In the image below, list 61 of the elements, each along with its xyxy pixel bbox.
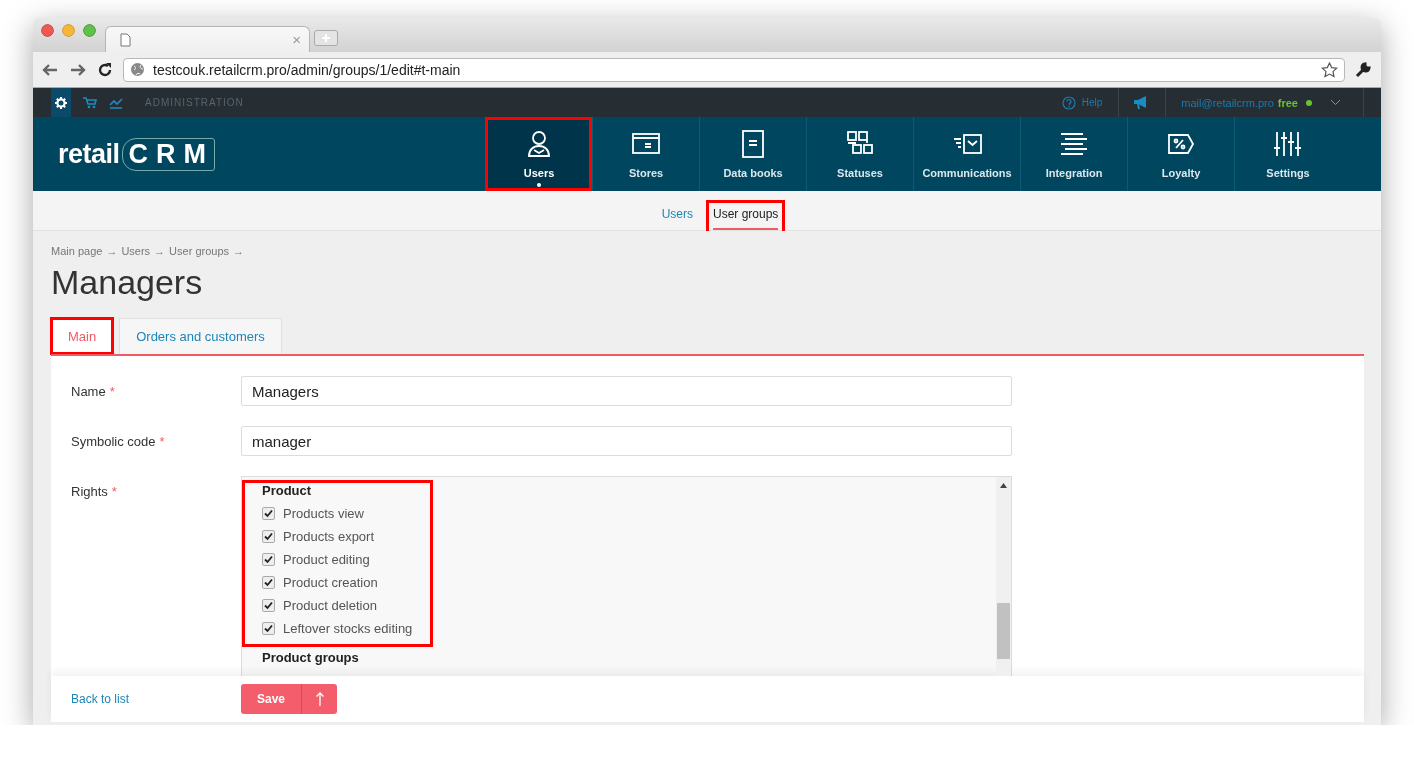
checkbox[interactable] xyxy=(262,576,275,589)
input-field[interactable]: manager xyxy=(241,426,1012,456)
reload-icon[interactable] xyxy=(97,61,113,78)
group-heading: Product xyxy=(262,483,313,498)
document-icon xyxy=(120,32,131,47)
close-window-button[interactable] xyxy=(41,24,54,37)
scrollbar-thumb[interactable] xyxy=(997,603,1010,659)
settings-button[interactable] xyxy=(51,88,71,117)
up-arrow-icon xyxy=(314,691,325,707)
checkbox[interactable] xyxy=(262,599,275,612)
back-link[interactable]: Back to list xyxy=(71,692,241,706)
section-label: ADMINISTRATION xyxy=(145,97,244,108)
breadcrumb-link[interactable]: User groups xyxy=(169,245,230,257)
help-icon xyxy=(1061,95,1076,110)
account-email: mail@retailcrm.pro xyxy=(1181,96,1274,109)
status-dot xyxy=(1306,99,1312,106)
scrollbar[interactable] xyxy=(996,477,1011,676)
nav-icon xyxy=(1273,129,1304,159)
cart-icon[interactable] xyxy=(83,96,97,109)
breadcrumb-separator: → xyxy=(106,245,118,257)
checkbox[interactable] xyxy=(262,622,275,635)
settings-icon xyxy=(55,96,67,109)
checkbox-label: Leftover stocks editing xyxy=(283,621,413,636)
plan-label: free xyxy=(1277,96,1298,109)
required-mark: * xyxy=(109,384,115,399)
forward-icon[interactable] xyxy=(69,61,87,78)
breadcrumb-link[interactable]: Main page xyxy=(51,245,103,257)
checkbox[interactable] xyxy=(262,507,275,520)
subnav-link[interactable]: Users xyxy=(654,199,700,234)
subnav-link[interactable]: User groups xyxy=(706,199,786,234)
address-bar[interactable]: testcouk.retailcrm.pro/admin/groups/1/edit#t-main xyxy=(123,57,1345,82)
scroll-up-arrow-icon[interactable] xyxy=(1000,483,1007,488)
globe-icon xyxy=(130,62,145,77)
back-icon[interactable] xyxy=(41,61,59,78)
required-mark: * xyxy=(111,484,117,499)
group-heading: Product groups xyxy=(262,650,359,665)
required-mark: * xyxy=(159,434,165,449)
chart-icon[interactable] xyxy=(109,96,123,109)
maximize-window-button[interactable] xyxy=(83,24,96,37)
field-label: Symbolic code xyxy=(71,434,156,449)
input-field[interactable]: Managers xyxy=(241,376,1012,406)
checkbox[interactable] xyxy=(262,553,275,566)
field-label: Rights xyxy=(71,484,108,499)
checkbox-label: Products export xyxy=(283,529,375,544)
tab[interactable]: Orders and customers xyxy=(119,318,282,354)
breadcrumb-separator: → xyxy=(154,245,166,257)
field-label: Name xyxy=(71,384,106,399)
checkbox[interactable] xyxy=(262,530,275,543)
rights-list[interactable]: Product Products view Products export Product editing Product creation Product deletion Leftover stocks editing Product groups xyxy=(241,476,1012,676)
breadcrumb-link[interactable]: Users xyxy=(121,245,151,257)
page-title: Managers xyxy=(51,263,204,302)
checkbox-label: Product deletion xyxy=(283,598,377,613)
nav-item[interactable]: Users xyxy=(485,117,593,191)
chevron-down-icon xyxy=(1330,99,1341,106)
wrench-icon[interactable] xyxy=(1355,61,1371,78)
star-icon[interactable] xyxy=(1321,61,1338,78)
checkbox-label: Products view xyxy=(283,506,364,521)
checkbox-label: Product creation xyxy=(283,575,378,590)
checkbox-label: Product editing xyxy=(283,552,370,567)
url-text: testcouk.retailcrm.pro/admin/groups/1/edit#t-main xyxy=(153,61,461,78)
breadcrumb-separator: → xyxy=(233,245,245,257)
